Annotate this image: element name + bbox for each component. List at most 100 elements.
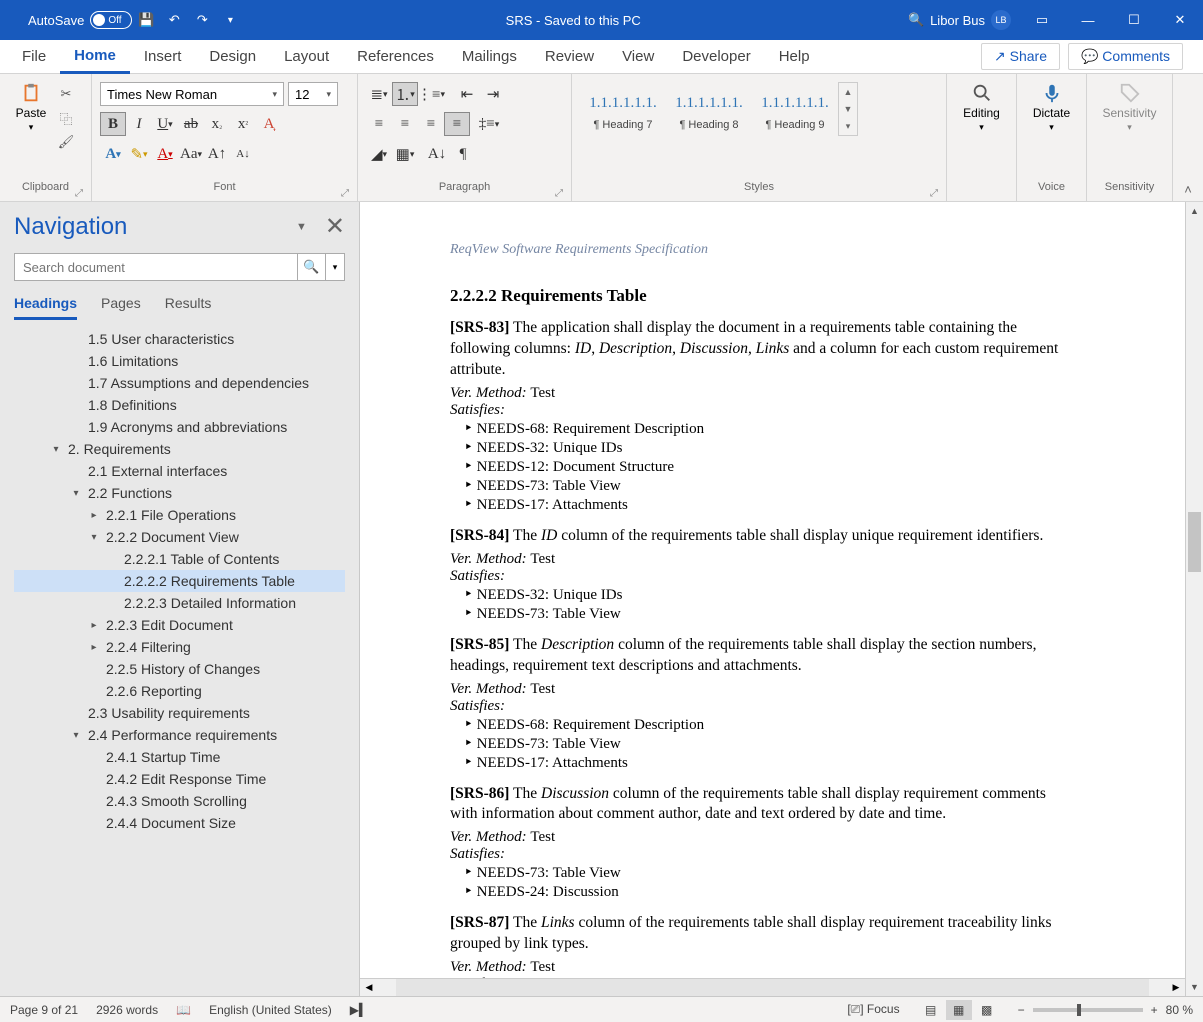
expand-icon[interactable]: ▾ [50, 444, 62, 455]
document-canvas[interactable]: ReqView Software Requirements Specificat… [360, 202, 1185, 978]
copy-icon[interactable]: ⿻ [56, 108, 76, 128]
tree-item[interactable]: ▾2.2 Functions [14, 482, 345, 504]
close-icon[interactable]: ✕ [1157, 0, 1203, 40]
save-icon[interactable]: 💾 [132, 0, 160, 40]
styles-scroll[interactable]: ▲▼▾ [838, 82, 858, 136]
text-effects-button[interactable]: A▾ [100, 142, 126, 166]
align-left-button[interactable]: ≡ [366, 112, 392, 136]
tab-developer[interactable]: Developer [668, 40, 764, 74]
launcher-icon[interactable]: ⤢ [75, 188, 83, 199]
tab-layout[interactable]: Layout [270, 40, 343, 74]
nav-tab-headings[interactable]: Headings [14, 295, 77, 320]
expand-icon[interactable]: ▸ [88, 642, 100, 653]
style-tile[interactable]: 1.1.1.1.1.1.¶ Heading 9 [752, 82, 838, 136]
tree-item[interactable]: ▾2.2.2 Document View [14, 526, 345, 548]
dictate-button[interactable]: Dictate▾ [1029, 78, 1075, 133]
share-button[interactable]: ↗ Share [981, 43, 1060, 70]
search-options-icon[interactable]: ▾ [325, 253, 345, 281]
tree-item[interactable]: 2.4.3 Smooth Scrolling [14, 790, 345, 812]
tab-review[interactable]: Review [531, 40, 608, 74]
status-words[interactable]: 2926 words [96, 1003, 158, 1017]
nav-tab-results[interactable]: Results [165, 295, 212, 320]
cut-icon[interactable]: ✂ [56, 84, 76, 104]
tree-item[interactable]: 2.3 Usability requirements [14, 702, 345, 724]
tree-item[interactable]: 2.2.2.3 Detailed Information [14, 592, 345, 614]
undo-icon[interactable]: ↶ [160, 0, 188, 40]
tree-item[interactable]: ▸2.2.4 Filtering [14, 636, 345, 658]
tree-item[interactable]: 2.2.2.2 Requirements Table [14, 570, 345, 592]
status-page[interactable]: Page 9 of 21 [10, 1003, 78, 1017]
tree-item[interactable]: 1.7 Assumptions and dependencies [14, 372, 345, 394]
tab-insert[interactable]: Insert [130, 40, 196, 74]
grow-font-button[interactable]: A↑ [204, 142, 230, 166]
underline-button[interactable]: U▾ [152, 112, 178, 136]
maximize-icon[interactable]: ☐ [1111, 0, 1157, 40]
minimize-icon[interactable]: — [1065, 0, 1111, 40]
read-mode-icon[interactable]: ▤ [918, 1000, 944, 1020]
zoom-level[interactable]: 80 % [1166, 1003, 1193, 1017]
ribbon-display-icon[interactable]: ▭ [1019, 0, 1065, 40]
tab-home[interactable]: Home [60, 40, 130, 74]
tree-item[interactable]: ▸2.2.3 Edit Document [14, 614, 345, 636]
tab-file[interactable]: File [8, 40, 60, 74]
vertical-scrollbar[interactable]: ▲ ▼ [1185, 202, 1203, 996]
font-size-combo[interactable]: 12▾ [288, 82, 338, 106]
numbering-button[interactable]: ⒈▾ [392, 82, 418, 106]
macro-icon[interactable]: ▶▍ [350, 1003, 368, 1017]
tab-help[interactable]: Help [765, 40, 824, 74]
qat-more-icon[interactable]: ▾ [216, 0, 244, 40]
spellcheck-icon[interactable]: 📖 [176, 1003, 191, 1017]
expand-icon[interactable]: ▾ [88, 532, 100, 543]
tree-item[interactable]: 1.9 Acronyms and abbreviations [14, 416, 345, 438]
user-avatar[interactable]: LB [991, 10, 1011, 30]
zoom-slider[interactable] [1033, 1008, 1143, 1012]
expand-icon[interactable]: ▸ [88, 620, 100, 631]
zoom-control[interactable]: − + 80 % [1018, 1003, 1193, 1017]
font-family-combo[interactable]: Times New Roman▾ [100, 82, 284, 106]
multilevel-button[interactable]: ⋮≡▾ [418, 82, 444, 106]
show-marks-button[interactable]: ¶ [450, 142, 476, 166]
nav-close-icon[interactable]: ✕ [325, 212, 345, 241]
zoom-out-icon[interactable]: − [1018, 1003, 1025, 1017]
style-tile[interactable]: 1.1.1.1.1.1.¶ Heading 7 [580, 82, 666, 136]
tree-item[interactable]: ▾2.4 Performance requirements [14, 724, 345, 746]
status-language[interactable]: English (United States) [209, 1003, 332, 1017]
change-case-button[interactable]: Aa▾ [178, 142, 204, 166]
decrease-indent-button[interactable]: ⇤ [454, 82, 480, 106]
tab-references[interactable]: References [343, 40, 448, 74]
tree-item[interactable]: 2.2.6 Reporting [14, 680, 345, 702]
search-input[interactable] [14, 253, 297, 281]
tree-item[interactable]: 1.5 User characteristics [14, 328, 345, 350]
shading-button[interactable]: ◢▾ [366, 142, 392, 166]
tab-view[interactable]: View [608, 40, 668, 74]
comments-button[interactable]: 💬 Comments [1068, 43, 1183, 70]
subscript-button[interactable]: x₂ [204, 112, 230, 136]
clear-format-button[interactable]: A͎ [256, 112, 282, 136]
launcher-icon[interactable]: ⤢ [930, 188, 938, 199]
tree-item[interactable]: ▸2.2.1 File Operations [14, 504, 345, 526]
italic-button[interactable]: I [126, 112, 152, 136]
bullets-button[interactable]: ≣▾ [366, 82, 392, 106]
tree-item[interactable]: ▾2. Requirements [14, 438, 345, 460]
align-center-button[interactable]: ≡ [392, 112, 418, 136]
bold-button[interactable]: B [100, 112, 126, 136]
editing-button[interactable]: Editing▾ [959, 78, 1005, 133]
zoom-in-icon[interactable]: + [1151, 1003, 1158, 1017]
tree-item[interactable]: 2.4.1 Startup Time [14, 746, 345, 768]
strikethrough-button[interactable]: ab [178, 112, 204, 136]
font-color-button[interactable]: A▾ [152, 142, 178, 166]
expand-icon[interactable]: ▾ [70, 488, 82, 499]
increase-indent-button[interactable]: ⇥ [480, 82, 506, 106]
tree-item[interactable]: 2.4.2 Edit Response Time [14, 768, 345, 790]
user-name[interactable]: Libor Bus [930, 13, 985, 28]
tree-item[interactable]: 1.8 Definitions [14, 394, 345, 416]
tree-item[interactable]: 2.1 External interfaces [14, 460, 345, 482]
launcher-icon[interactable]: ⤢ [555, 188, 563, 199]
superscript-button[interactable]: x² [230, 112, 256, 136]
shrink-font-button[interactable]: A↓ [230, 142, 256, 166]
line-spacing-button[interactable]: ‡≡▾ [476, 112, 502, 136]
horizontal-scrollbar[interactable]: ◀▶ [360, 978, 1185, 996]
search-icon[interactable]: 🔍 [902, 0, 930, 40]
tab-mailings[interactable]: Mailings [448, 40, 531, 74]
nav-tab-pages[interactable]: Pages [101, 295, 141, 320]
